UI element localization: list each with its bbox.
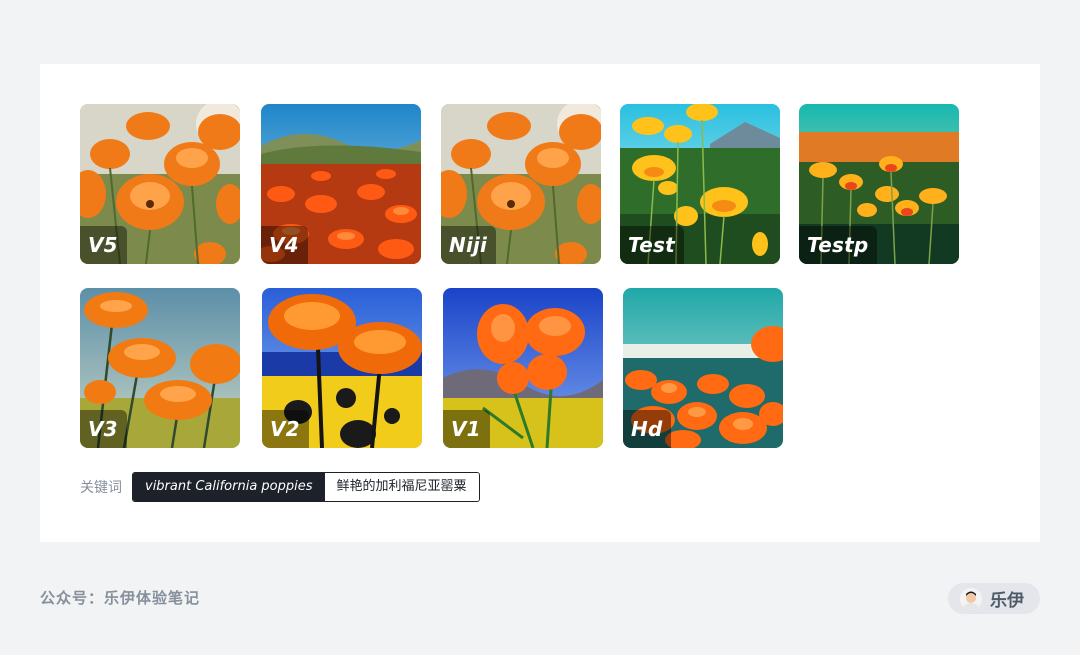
keyword-label: 关键词 — [80, 480, 122, 496]
image-tile-v5[interactable]: V5 — [80, 104, 240, 264]
keyword-chinese: 鲜艳的加利福尼亚罂粟 — [324, 473, 479, 501]
model-label: V1 — [443, 410, 490, 448]
model-label: Testp — [799, 226, 878, 264]
model-label: V5 — [80, 226, 127, 264]
content-card: V5 V4 Niji Test Testp V3 V2 V1 Hd 关键词 vi… — [40, 64, 1040, 542]
image-tile-testp[interactable]: Testp — [799, 104, 959, 264]
keyword-english: vibrant California poppies — [133, 473, 325, 501]
image-tile-v2[interactable]: V2 — [262, 288, 422, 448]
model-label: V3 — [80, 410, 127, 448]
model-label: V2 — [262, 410, 309, 448]
keyword-pill: vibrant California poppies 鲜艳的加利福尼亚罂粟 — [132, 472, 480, 502]
avatar-icon — [960, 587, 982, 610]
image-tile-v4[interactable]: V4 — [261, 104, 421, 264]
avatar — [960, 587, 982, 610]
model-label: V4 — [261, 226, 308, 264]
model-label: Hd — [623, 410, 672, 448]
model-label: Niji — [441, 226, 497, 264]
author-badge[interactable]: 乐伊 — [948, 583, 1040, 614]
model-label: Test — [620, 226, 684, 264]
account-credit: 公众号：乐伊体验笔记 — [40, 589, 201, 607]
author-name: 乐伊 — [990, 591, 1024, 611]
image-tile-v3[interactable]: V3 — [80, 288, 240, 448]
image-tile-test[interactable]: Test — [620, 104, 780, 264]
image-tile-niji[interactable]: Niji — [441, 104, 601, 264]
image-tile-hd[interactable]: Hd — [623, 288, 783, 448]
image-tile-v1[interactable]: V1 — [443, 288, 603, 448]
keyword-row: 关键词 vibrant California poppies 鲜艳的加利福尼亚罂… — [80, 472, 480, 502]
